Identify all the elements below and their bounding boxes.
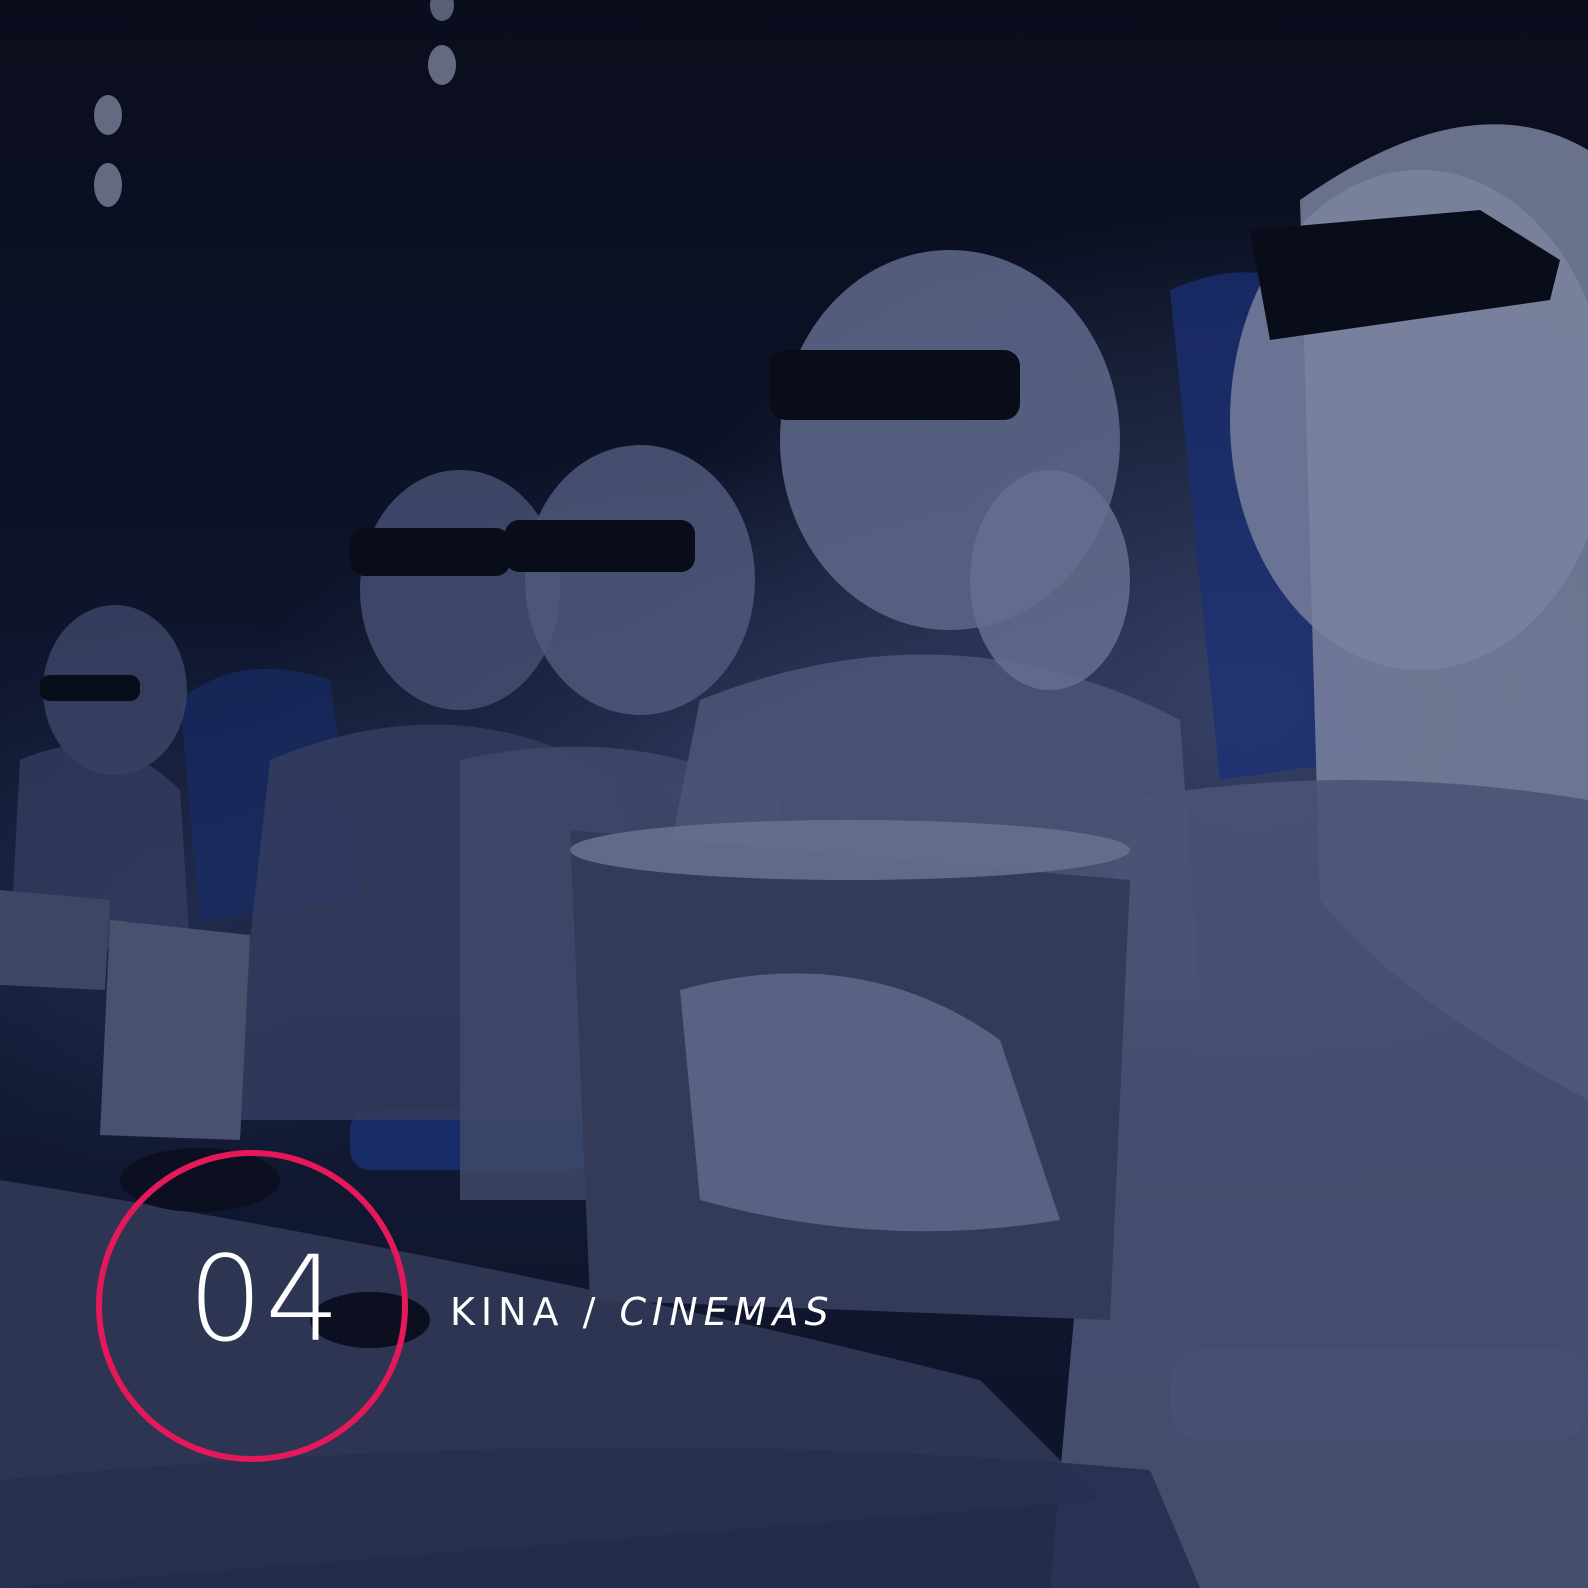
category-caption: KINA / CINEMAS (450, 1290, 835, 1334)
caption-primary: KINA (450, 1290, 565, 1334)
caption-secondary: CINEMAS (619, 1290, 835, 1334)
cinema-photo-tile: 04 KINA / CINEMAS (0, 0, 1588, 1588)
badge-number: 04 (188, 1230, 343, 1368)
caption-separator: / (564, 1290, 620, 1334)
